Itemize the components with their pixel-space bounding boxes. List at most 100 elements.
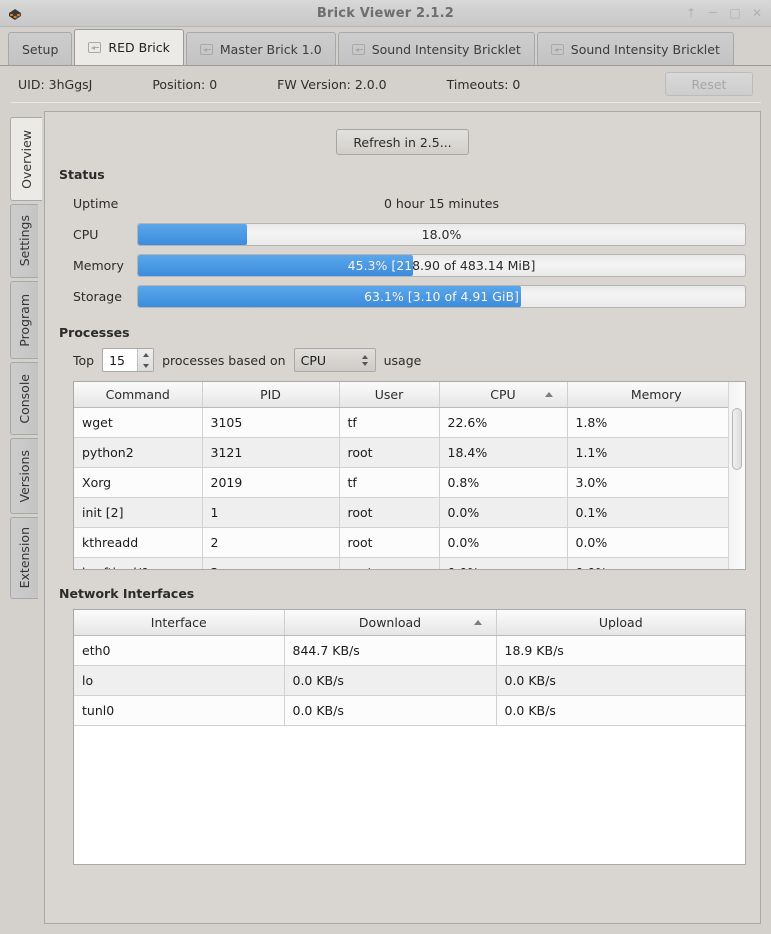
table-row[interactable]: Xorg 2019 tf 0.8% 3.0% [74,467,745,498]
column-header-upload[interactable]: Upload [496,610,745,636]
stepper-down-button[interactable] [138,360,153,371]
status-row-memory: Memory 45.3% [218.90 of 483.14 MiB] 45.3… [59,252,746,278]
sort-metric-select[interactable]: CPU [293,348,376,372]
column-label: Download [358,614,422,630]
sidebar-item-extension[interactable]: Extension [10,517,38,599]
tab-master-brick[interactable]: Master Brick 1.0 [185,32,336,65]
sidebar-item-label: Console [17,373,32,424]
column-label: PID [260,386,281,402]
detach-icon [199,43,213,55]
table-row[interactable]: kthreadd 2 root 0.0% 0.0% [74,527,745,558]
cell-memory: 1.1% [567,437,745,468]
minimize-button[interactable]: － [707,7,719,19]
detach-icon [88,42,102,53]
title-bar: Brick Viewer 2.1.2 ↑ － □ ✕ [0,0,771,27]
cell-memory: 0.0% [567,557,745,569]
column-header-user[interactable]: User [339,382,440,408]
cell-memory: 0.0% [567,527,745,558]
table-row[interactable]: ksoftirqd/0 3 root 0.0% 0.0% [74,557,745,569]
sidebar-item-overview[interactable]: Overview [10,117,42,201]
table-row[interactable]: python2 3121 root 18.4% 1.1% [74,437,745,468]
tab-label: Setup [22,41,59,57]
cpu-progress-text-white: 18.0% [138,224,247,245]
network-heading: Network Interfaces [59,586,195,601]
top-count-stepper[interactable]: 15 [102,348,155,372]
memory-progress-text-white: 45.3% [218.90 of 483.14 MiB] [347,257,413,273]
tab-setup[interactable]: Setup [8,32,73,65]
reset-button[interactable]: Reset [665,72,753,96]
stepper-up-button[interactable] [138,349,153,360]
memory-label: Memory [73,257,124,273]
status-row-storage: Storage 63.1% [3.10 of 4.91 GiB] 63.1% [… [59,283,746,309]
maximize-button[interactable]: □ [729,7,741,19]
processes-scrollbar[interactable] [728,382,745,569]
top-count-value: 15 [109,352,125,368]
table-row[interactable]: lo 0.0 KB/s 0.0 KB/s [74,665,745,696]
network-table: Interface Download Upload eth0 844.7 KB/… [73,609,746,865]
cell-pid: 3 [202,557,340,569]
column-header-interface[interactable]: Interface [74,610,285,636]
sort-metric-value: CPU [300,352,327,368]
cell-user: tf [339,407,440,438]
close-button[interactable]: ✕ [751,7,763,19]
cell-download: 0.0 KB/s [284,665,497,696]
body-area: Overview Settings Program Console Versio… [0,103,771,934]
scrollbar-thumb[interactable] [732,408,742,470]
table-row[interactable]: init [2] 1 root 0.0% 0.1% [74,497,745,528]
cell-command: Xorg [74,467,203,498]
sort-ascending-icon [544,392,553,398]
column-label: Interface [150,614,207,630]
tab-sound-intensity-bricklet-2[interactable]: Sound Intensity Bricklet [536,32,734,65]
cell-cpu: 0.8% [439,467,568,498]
network-table-grid: Interface Download Upload eth0 844.7 KB/… [74,610,745,726]
tab-red-brick[interactable]: RED Brick [74,29,184,65]
table-row[interactable]: eth0 844.7 KB/s 18.9 KB/s [74,635,745,666]
sidebar-item-console[interactable]: Console [10,362,38,435]
cell-pid: 3121 [202,437,340,468]
cell-memory: 3.0% [567,467,745,498]
cell-user: root [339,557,440,569]
timeouts-label: Timeouts: 0 [446,76,521,92]
cell-command: wget [74,407,203,438]
cell-user: root [339,527,440,558]
stepper-arrows[interactable] [137,349,154,371]
column-header-memory[interactable]: Memory [567,382,745,408]
column-label: CPU [490,386,516,402]
column-header-pid[interactable]: PID [202,382,340,408]
tab-sound-intensity-bricklet-1[interactable]: Sound Intensity Bricklet [337,32,535,65]
chevron-up-icon [361,354,368,359]
cell-cpu: 0.0% [439,497,568,528]
cell-user: tf [339,467,440,498]
refresh-button[interactable]: Refresh in 2.5... [336,129,469,155]
cpu-progress-bar: 18.0% 18.0% [137,222,746,246]
column-label: User [374,386,404,402]
sidebar-item-settings[interactable]: Settings [10,204,38,278]
column-header-command[interactable]: Command [74,382,203,408]
network-table-empty-area [74,725,745,864]
sidebar-item-versions[interactable]: Versions [10,438,38,514]
processes-table-grid: Command PID User CPU Memory wget 3105 tf… [74,382,745,569]
shade-button[interactable]: ↑ [685,7,697,19]
table-row[interactable]: wget 3105 tf 22.6% 1.8% [74,407,745,438]
cell-upload: 18.9 KB/s [496,635,745,666]
storage-progress-bar: 63.1% [3.10 of 4.91 GiB] 63.1% [3.10 of … [137,284,746,308]
cell-command: kthreadd [74,527,203,558]
window-title: Brick Viewer 2.1.2 [316,5,455,21]
device-tab-bar: Setup RED Brick Master Brick 1.0 Sound I… [0,27,771,66]
device-info-strip: UID: 3hGgsJ Position: 0 FW Version: 2.0.… [0,66,771,102]
sidebar-item-label: Program [17,293,32,347]
storage-label: Storage [73,288,122,304]
sidebar-item-program[interactable]: Program [10,281,38,359]
detach-icon [550,43,564,55]
cpu-progress-text-overlay: 18.0% [138,224,247,245]
column-header-download[interactable]: Download [284,610,497,636]
cell-command: init [2] [74,497,203,528]
brick-icon [6,4,24,22]
cell-user: root [339,437,440,468]
sidebar-item-label: Settings [17,215,32,267]
column-header-cpu[interactable]: CPU [439,382,568,408]
tab-label: Master Brick 1.0 [219,41,322,57]
window-controls: ↑ － □ ✕ [685,7,763,19]
table-row[interactable]: tunl0 0.0 KB/s 0.0 KB/s [74,695,745,726]
cell-upload: 0.0 KB/s [496,665,745,696]
